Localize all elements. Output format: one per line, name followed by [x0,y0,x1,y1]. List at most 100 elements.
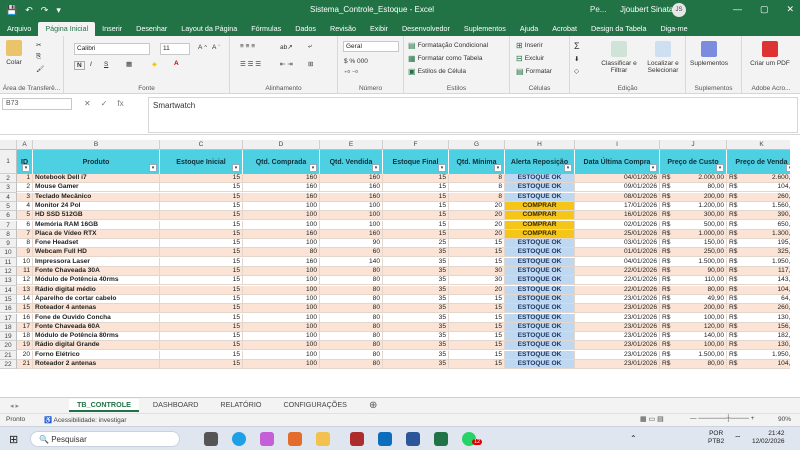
tab-14[interactable]: Diga-me [653,22,694,36]
row-header[interactable]: 1 [0,150,17,174]
table-cell[interactable]: 21 [17,360,33,369]
tab-5[interactable]: Fórmulas [244,22,288,36]
table-cell[interactable]: 100 [243,276,320,286]
status-badge[interactable]: COMPRAR [505,229,575,239]
copy-icon[interactable]: ⎘ [36,53,41,61]
windows-start-icon[interactable]: ⊞ [9,433,18,446]
table-cell[interactable]: 8 [17,239,33,249]
table-cell[interactable]: 25/01/2026 [575,229,660,239]
font-color-icon[interactable]: A [174,60,179,67]
tab-12[interactable]: Acrobat [545,22,584,36]
table-header-cell[interactable]: Produto ▾ [33,150,160,174]
delete-cells-button[interactable]: ⊟ Excluir [516,54,544,63]
table-cell[interactable]: 12 [17,276,33,286]
status-badge[interactable]: ESTOQUE OK [505,350,575,360]
row-header[interactable]: 10 [0,248,17,258]
grow-font-icon[interactable]: A ^ [198,44,207,51]
row-header[interactable]: 3 [0,183,17,193]
table-cell[interactable]: Rádio digital médio [33,285,160,295]
table-cell[interactable]: 15 [17,304,33,314]
row-header[interactable]: 21 [0,350,17,360]
conditional-formatting-button[interactable]: ▤ Formatação Condicional [408,41,488,50]
filter-dropdown-icon[interactable]: ▾ [149,164,157,172]
avatar[interactable]: JS [672,3,686,17]
table-cell[interactable]: 15 [160,220,243,230]
column-header-G[interactable]: G [449,140,505,150]
table-cell[interactable]: 160 [243,229,320,239]
table-cell[interactable]: 15 [160,341,243,351]
table-cell[interactable]: 100 [243,239,320,249]
row-header[interactable]: 15 [0,294,17,305]
table-cell[interactable]: Memória RAM 16GB [33,220,160,230]
table-cell[interactable]: 13 [17,285,33,295]
table-cell[interactable]: 160 [243,192,320,202]
row-header[interactable]: 5 [0,201,17,212]
table-cell[interactable]: 35 [383,350,449,360]
table-cell[interactable]: 02/01/2026 [575,220,660,230]
align-top-icon[interactable]: ≡ ≡ ≡ [240,43,255,50]
accounting-icon[interactable]: $ % 000 [344,58,368,65]
maximize-button[interactable]: ▢ [760,4,769,15]
table-cell[interactable]: 35 [383,304,449,314]
wrap-text-icon[interactable]: ⤶ [308,43,312,51]
table-cell[interactable]: 100 [243,332,320,342]
table-cell[interactable]: 80 [320,276,383,286]
table-cell[interactable]: 160 [320,229,383,239]
table-cell[interactable]: Módulo de Potência 40rms [33,276,160,286]
table-cell[interactable]: 35 [383,257,449,267]
table-cell[interactable]: 8 [449,174,505,183]
tab-7[interactable]: Revisão [323,22,363,36]
cancel-icon[interactable]: ✕ [84,99,91,108]
row-header[interactable]: 9 [0,239,17,249]
table-cell[interactable]: 160 [320,183,383,193]
search-box[interactable]: Pe... [590,5,606,14]
table-cell[interactable]: 15 [160,304,243,314]
table-cell[interactable]: 35 [383,332,449,342]
price-cell[interactable]: R$ 1.950,0 [727,257,790,267]
table-cell[interactable]: 80 [320,341,383,351]
filter-dropdown-icon[interactable]: ▾ [22,164,30,172]
table-cell[interactable]: 140 [320,257,383,267]
accessibility-status[interactable]: ♿ Acessibilidade: investigar [44,416,127,424]
price-cell[interactable]: R$ 182,0 [727,332,790,342]
row-header[interactable]: 12 [0,267,17,277]
table-cell[interactable]: 160 [320,192,383,202]
add-sheet-icon[interactable]: ⊕ [369,400,377,411]
table-cell[interactable]: 15 [383,183,449,193]
table-cell[interactable]: 15 [449,248,505,258]
table-cell[interactable]: Roteador 4 antenas [33,304,160,314]
price-cell[interactable]: R$ 325,0 [727,248,790,258]
status-badge[interactable]: ESTOQUE OK [505,257,575,267]
table-cell[interactable]: 15 [383,229,449,239]
paste-button[interactable]: Colar [6,40,22,66]
table-cell[interactable]: 15 [160,192,243,202]
table-cell[interactable]: 35 [383,294,449,304]
price-cell[interactable]: R$ 117,0 [727,267,790,276]
status-badge[interactable]: ESTOQUE OK [505,239,575,249]
column-header-D[interactable]: D [243,140,320,150]
task-view-icon[interactable] [204,432,218,446]
enter-icon[interactable]: ✓ [101,99,108,108]
table-cell[interactable]: 15 [160,313,243,323]
worksheet-grid[interactable]: A B C D E F G H I J K 1 2 3 4 5 6 7 8 9 10 11 12 13 14 15 16 17 18 19… [0,140,790,397]
table-cell[interactable]: 35 [383,341,449,351]
sheet-tab-1[interactable]: DASHBOARD [145,399,207,412]
table-cell[interactable]: Forno Elétrico [33,350,160,360]
tab-13[interactable]: Design da Tabela [584,22,653,36]
cost-cell[interactable]: R$ 150,00 [660,239,727,249]
sheet-tab-2[interactable]: RELATÓRIO [212,399,269,412]
price-cell[interactable]: R$ 104,0 [727,183,790,193]
table-cell[interactable]: Fone Headset [33,239,160,249]
column-header-H[interactable]: H [505,140,575,150]
table-cell[interactable]: 23/01/2026 [575,360,660,369]
cost-cell[interactable]: R$ 120,00 [660,322,727,332]
sheet-tab-3[interactable]: CONFIGURAÇÕES [275,399,355,412]
table-cell[interactable]: 17/01/2026 [575,201,660,211]
save-icon[interactable]: 💾 [6,5,17,16]
table-cell[interactable]: 15 [383,220,449,230]
tab-11[interactable]: Ajuda [513,22,545,36]
network-icon[interactable]: ⌔ [734,434,742,444]
price-cell[interactable]: R$ 260,0 [727,304,790,314]
filter-dropdown-icon[interactable]: ▾ [716,164,724,172]
cost-cell[interactable]: R$ 200,00 [660,192,727,202]
